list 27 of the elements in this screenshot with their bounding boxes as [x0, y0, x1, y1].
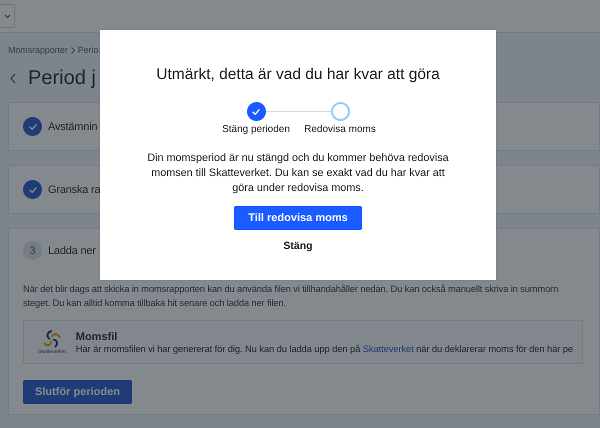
page-title: Period j: [28, 67, 96, 90]
progress-step-label: Stäng perioden: [222, 124, 290, 135]
checkmark-icon: [251, 106, 261, 116]
primary-button[interactable]: Till redovisa moms: [234, 206, 362, 230]
checkmark-icon: [28, 122, 38, 132]
skatteverket-link[interactable]: Skatteverket: [362, 342, 414, 354]
step-title: Avstämnin: [48, 120, 98, 132]
back-icon[interactable]: [10, 73, 16, 84]
breadcrumb-link[interactable]: Momsrapporter: [8, 45, 68, 55]
file-title: Momsfil: [76, 330, 118, 342]
file-description: Här är momsfilen vi har genererat för dig. Nu kan du ladda upp den på Skatteverket när du deklarerar moms för den här pe: [76, 342, 573, 354]
close-button[interactable]: Stäng: [279, 238, 317, 254]
description-text: steget. Du kan alltid komma tillbaka hit senare och ladda ner filen.: [23, 296, 287, 310]
checkmark-icon: [28, 184, 38, 194]
chevron-down-icon: [4, 14, 10, 18]
finish-period-button[interactable]: Slutför perioden: [23, 380, 132, 404]
modal-title: Utmärkt, detta är vad du har kvar att göra: [156, 66, 440, 84]
breadcrumb-link[interactable]: Perio: [78, 45, 98, 55]
step-title: Ladda ner: [48, 244, 96, 256]
logo-swirl-icon: [40, 329, 63, 349]
description-text: När det blir dags att skicka in momsrapporten kan du använda filen vi tillhandahåller nedan. Du kan också manuellt skriva in summorn: [23, 282, 560, 296]
step-title: Granska ra: [48, 184, 100, 196]
chevron-right-icon: [70, 46, 75, 54]
modal-message: Din momsperiod är nu stängd och du kommer behöva redovisa momsen till Skatteverket. Du kan se exakt vad du har kvar att göra under redovisa moms.: [146, 151, 450, 196]
dropdown-button[interactable]: [0, 4, 15, 28]
progress-step-label: Redovisa moms: [304, 124, 376, 135]
step-number: 3: [23, 241, 42, 260]
